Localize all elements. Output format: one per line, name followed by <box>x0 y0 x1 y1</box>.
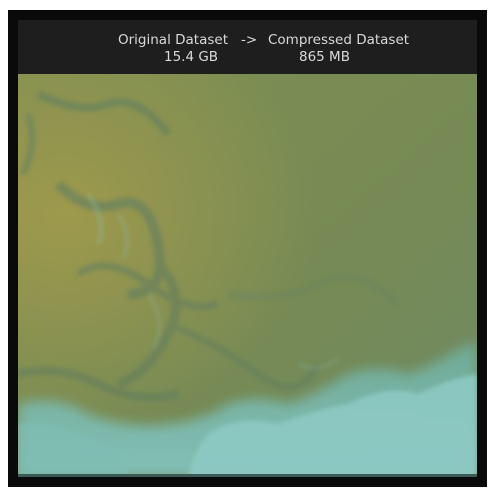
satellite-imagery-graphic <box>18 74 477 477</box>
compressed-dataset-label: Compressed Dataset <box>268 32 410 48</box>
compressed-size-value: 865 MB <box>299 49 350 65</box>
image-frame: Original Dataset -> Compressed Dataset 1… <box>8 10 487 487</box>
original-size-value: 15.4 GB <box>164 49 219 65</box>
comparison-header: Original Dataset -> Compressed Dataset 1… <box>18 20 477 74</box>
comparison-panel: Original Dataset -> Compressed Dataset 1… <box>18 20 477 477</box>
imagery-bottom-edge <box>18 474 477 477</box>
original-dataset-label: Original Dataset <box>118 32 228 48</box>
satellite-imagery <box>18 74 477 477</box>
arrow-label: -> <box>241 32 258 48</box>
